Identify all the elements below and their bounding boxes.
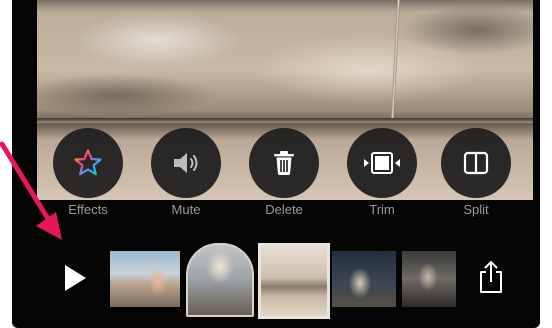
share-icon	[480, 261, 502, 293]
trim-button-circle[interactable]	[347, 128, 417, 198]
phone-screen: Effects Mute Delete Trim Split	[12, 0, 540, 328]
clip-thumbnail[interactable]	[402, 251, 456, 307]
speaker-icon	[174, 153, 198, 173]
clip-thumbnail[interactable]	[110, 251, 180, 307]
trash-icon	[274, 151, 294, 175]
share-button[interactable]	[474, 257, 508, 297]
trim-icon	[364, 152, 400, 174]
delete-button-circle[interactable]	[249, 128, 319, 198]
trim-label: Trim	[369, 202, 395, 217]
mute-button-circle[interactable]	[151, 128, 221, 198]
clip-thumbnail-selected[interactable]	[258, 243, 330, 319]
trim-button[interactable]: Trim	[342, 128, 422, 218]
play-icon	[65, 265, 86, 291]
clip-timeline	[12, 235, 540, 328]
split-button-circle[interactable]	[441, 128, 511, 198]
edit-toolbar: Effects Mute Delete Trim Split	[12, 0, 540, 230]
clip-strip[interactable]	[110, 243, 460, 319]
clip-thumbnail[interactable]	[332, 251, 396, 307]
mute-label: Mute	[171, 202, 201, 217]
split-icon	[463, 151, 489, 175]
clip-thumbnail[interactable]	[186, 243, 254, 317]
mute-button[interactable]: Mute	[146, 128, 226, 218]
split-button[interactable]: Split	[436, 128, 516, 218]
split-label: Split	[463, 202, 489, 217]
arrow-icon	[0, 141, 62, 240]
delete-button[interactable]: Delete	[244, 128, 324, 218]
delete-label: Delete	[265, 202, 303, 217]
play-button[interactable]	[60, 261, 90, 295]
